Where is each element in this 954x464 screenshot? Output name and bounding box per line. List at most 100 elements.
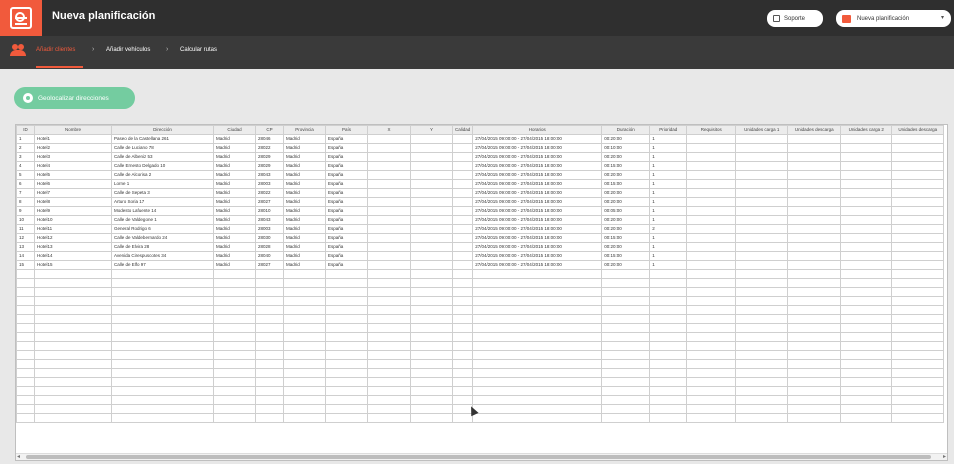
table-cell[interactable] bbox=[735, 152, 789, 162]
table-cell[interactable] bbox=[410, 197, 453, 207]
column-header[interactable]: X bbox=[367, 125, 411, 135]
table-cell[interactable] bbox=[891, 233, 945, 243]
table-cell[interactable]: 15 bbox=[16, 260, 35, 270]
table-cell[interactable] bbox=[686, 152, 737, 162]
table-cell[interactable] bbox=[367, 224, 411, 234]
table-cell[interactable] bbox=[787, 161, 842, 171]
table-cell[interactable]: 27/04/2015 09:00:00 - 27/04/2015 18:00:0… bbox=[472, 197, 603, 207]
table-cell[interactable] bbox=[735, 143, 789, 153]
table-cell[interactable]: Madrid bbox=[283, 206, 326, 216]
table-cell[interactable] bbox=[451, 143, 474, 153]
table-cell[interactable] bbox=[787, 233, 842, 243]
table-cell[interactable] bbox=[840, 179, 893, 189]
table-cell[interactable]: General Rodrigo 6 bbox=[111, 224, 214, 234]
table-cell[interactable]: 00:20:00 bbox=[601, 170, 651, 180]
table-row[interactable]: 15 Hotel15 Calle de Elfo 97 Madrid 28027 Madr… bbox=[16, 260, 945, 270]
table-cell[interactable]: 27/04/2015 09:00:00 - 27/04/2015 18:00:0… bbox=[472, 206, 603, 216]
table-cell[interactable]: 28028 bbox=[255, 242, 284, 252]
table-cell[interactable] bbox=[735, 233, 789, 243]
table-cell[interactable]: 2 bbox=[16, 143, 35, 153]
table-cell[interactable]: España bbox=[325, 152, 368, 162]
table-row[interactable]: 9 Hotel9 Modesto Lafuente 14 Madrid 28010 Mad… bbox=[16, 206, 945, 216]
table-cell[interactable] bbox=[840, 233, 893, 243]
table-cell[interactable]: Madrid bbox=[283, 197, 326, 207]
table-cell[interactable] bbox=[735, 197, 789, 207]
table-cell[interactable] bbox=[451, 242, 474, 252]
table-cell[interactable] bbox=[891, 170, 945, 180]
column-header[interactable]: Unidades descarga bbox=[891, 125, 945, 135]
table-cell[interactable] bbox=[451, 260, 474, 270]
table-cell[interactable]: 00:20:00 bbox=[601, 152, 651, 162]
table-cell[interactable] bbox=[410, 251, 453, 261]
table-cell[interactable] bbox=[451, 188, 474, 198]
table-cell[interactable]: Madrid bbox=[283, 251, 326, 261]
table-cell[interactable]: 00:20:00 bbox=[601, 188, 651, 198]
table-cell[interactable]: España bbox=[325, 161, 368, 171]
table-cell[interactable]: 9 bbox=[16, 206, 35, 216]
table-cell[interactable] bbox=[686, 233, 737, 243]
table-cell[interactable] bbox=[686, 143, 737, 153]
table-row[interactable]: 2 Hotel2 Calle de Luciano 78 Madrid 28022 Mad… bbox=[16, 143, 945, 153]
table-cell[interactable] bbox=[410, 179, 453, 189]
table-cell[interactable] bbox=[451, 197, 474, 207]
table-cell[interactable] bbox=[451, 179, 474, 189]
table-cell[interactable]: Calle Ernesto Delgado 10 bbox=[111, 161, 214, 171]
table-cell[interactable]: 2 bbox=[649, 224, 688, 234]
table-cell[interactable]: Calle de Albeniz 53 bbox=[111, 152, 214, 162]
column-header[interactable]: Unidades carga 2 bbox=[840, 125, 893, 135]
table-cell[interactable]: 11 bbox=[16, 224, 35, 234]
table-cell[interactable] bbox=[891, 197, 945, 207]
table-cell[interactable]: España bbox=[325, 143, 368, 153]
table-row[interactable]: 5 Hotel5 Calle de Alcorisa 2 Madrid 28043 Mad… bbox=[16, 170, 945, 180]
table-cell[interactable] bbox=[840, 152, 893, 162]
table-cell[interactable]: Avenida Cirespuscotes 34 bbox=[111, 251, 214, 261]
table-cell[interactable]: Madrid bbox=[283, 242, 326, 252]
table-cell[interactable] bbox=[891, 161, 945, 171]
table-cell[interactable] bbox=[787, 224, 842, 234]
table-cell[interactable]: 27/04/2015 09:00:00 - 27/04/2015 18:00:0… bbox=[472, 215, 603, 225]
table-cell[interactable] bbox=[686, 215, 737, 225]
table-cell[interactable]: 1 bbox=[649, 161, 688, 171]
table-cell[interactable] bbox=[367, 260, 411, 270]
table-row[interactable]: 3 Hotel3 Calle de Albeniz 53 Madrid 28029 Mad… bbox=[16, 152, 945, 162]
table-cell[interactable] bbox=[410, 242, 453, 252]
column-header[interactable]: Unidades descarga bbox=[787, 125, 842, 135]
table-cell[interactable]: España bbox=[325, 224, 368, 234]
table-cell[interactable] bbox=[367, 215, 411, 225]
table-cell[interactable]: 27/04/2015 09:00:00 - 27/04/2015 18:00:0… bbox=[472, 143, 603, 153]
table-cell[interactable]: Madrid bbox=[283, 179, 326, 189]
table-cell[interactable]: 1 bbox=[649, 215, 688, 225]
table-cell[interactable]: España bbox=[325, 188, 368, 198]
table-cell[interactable]: 00:20:00 bbox=[601, 215, 651, 225]
table-cell[interactable]: España bbox=[325, 206, 368, 216]
table-cell[interactable]: 14 bbox=[16, 251, 35, 261]
table-cell[interactable] bbox=[735, 251, 789, 261]
table-cell[interactable]: 27/04/2015 09:00:00 - 27/04/2015 18:00:0… bbox=[472, 242, 603, 252]
table-cell[interactable]: Calle de Alcorisa 2 bbox=[111, 170, 214, 180]
table-cell[interactable] bbox=[891, 143, 945, 153]
table-cell[interactable]: Madrid bbox=[283, 161, 326, 171]
table-cell[interactable]: 28029 bbox=[255, 161, 284, 171]
table-cell[interactable]: Madrid bbox=[213, 215, 256, 225]
table-cell[interactable] bbox=[891, 188, 945, 198]
table-cell[interactable]: 00:20:00 bbox=[601, 260, 651, 270]
table-cell[interactable]: 27/04/2015 09:00:00 - 27/04/2015 18:00:0… bbox=[472, 170, 603, 180]
table-cell[interactable] bbox=[686, 161, 737, 171]
table-cell[interactable]: 27/04/2015 09:00:00 - 27/04/2015 18:00:0… bbox=[472, 251, 603, 261]
column-header[interactable]: País bbox=[325, 125, 368, 135]
table-cell[interactable]: Madrid bbox=[283, 170, 326, 180]
table-cell[interactable] bbox=[410, 134, 453, 144]
table-cell[interactable]: España bbox=[325, 215, 368, 225]
table-cell[interactable]: Calle de Elfo 97 bbox=[111, 260, 214, 270]
table-cell[interactable]: Hotel6 bbox=[34, 179, 112, 189]
table-cell[interactable]: Hotel4 bbox=[34, 161, 112, 171]
table-row[interactable]: 12 Hotel12 Calle de Valdebernardo 24 Madrid… bbox=[16, 233, 945, 243]
table-cell[interactable]: 1 bbox=[649, 188, 688, 198]
table-cell[interactable]: Hotel7 bbox=[34, 188, 112, 198]
table-cell[interactable] bbox=[787, 242, 842, 252]
column-header[interactable]: Calidad bbox=[451, 125, 474, 135]
table-cell[interactable] bbox=[735, 188, 789, 198]
scroll-right-icon[interactable]: ▸ bbox=[943, 453, 946, 460]
table-cell[interactable]: Madrid bbox=[213, 251, 256, 261]
table-cell[interactable]: 7 bbox=[16, 188, 35, 198]
